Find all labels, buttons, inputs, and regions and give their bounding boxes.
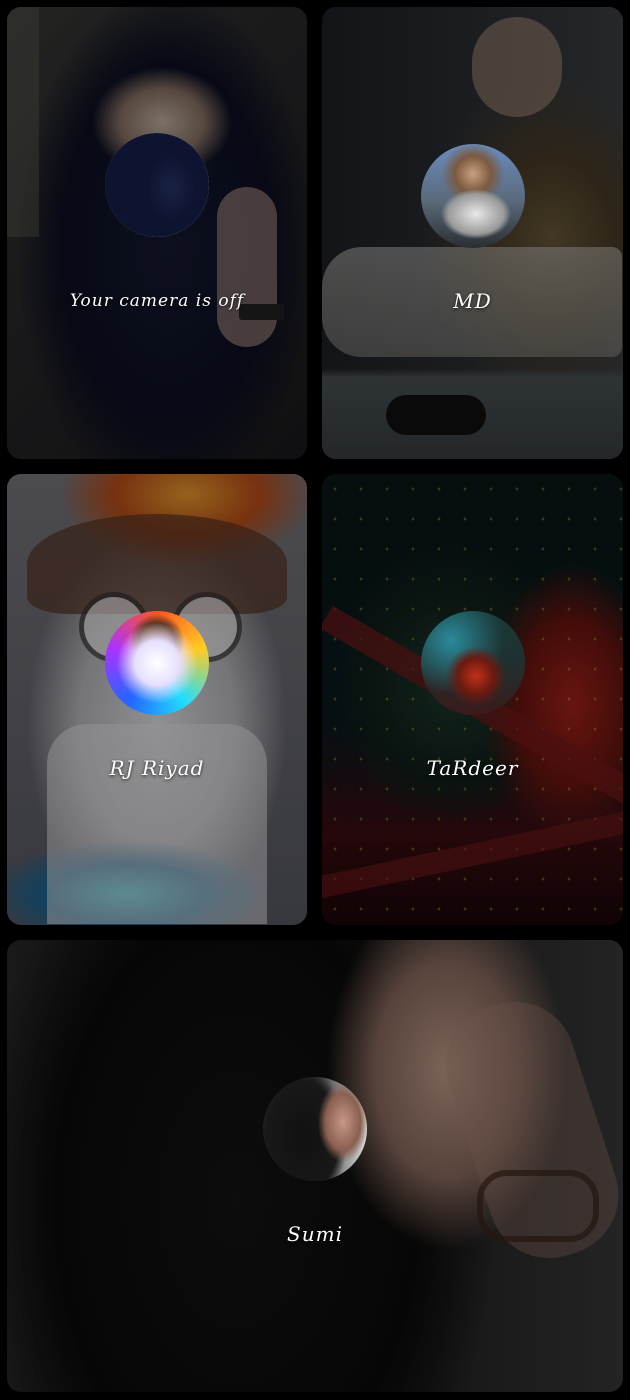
avatar: [105, 611, 209, 715]
participant-name: MD: [453, 289, 492, 313]
avatar: [263, 1077, 367, 1181]
avatar: [420, 144, 525, 248]
participant-tile-rj-riyad[interactable]: RJ Riyad: [7, 474, 307, 925]
participant-tile-tardeer[interactable]: TaRdeer: [322, 474, 623, 925]
participant-name: Your camera is off: [69, 291, 245, 311]
participant-tile-md[interactable]: MD: [322, 7, 623, 459]
participant-name: RJ Riyad: [109, 756, 205, 780]
participant-tile-self[interactable]: Your camera is off: [7, 7, 307, 459]
avatar: [105, 133, 209, 237]
participant-tile-sumi[interactable]: Sumi: [7, 940, 623, 1392]
avatar: [420, 611, 525, 715]
participant-name: Sumi: [287, 1222, 343, 1246]
participant-name: TaRdeer: [426, 756, 519, 780]
